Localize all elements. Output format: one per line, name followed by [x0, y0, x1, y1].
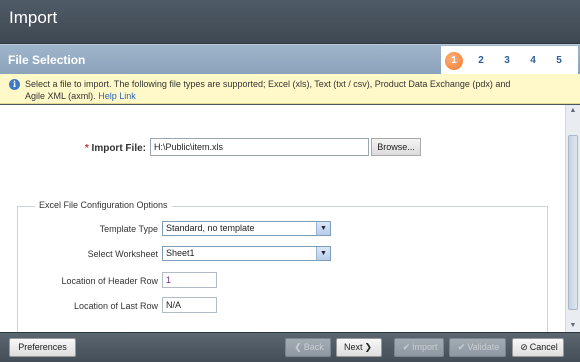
- template-type-value: Standard, no template: [166, 223, 255, 233]
- header-row-input[interactable]: 1: [162, 272, 217, 288]
- step-indicator: 1 2 3 4 5: [441, 46, 578, 74]
- header-row-label: Location of Header Row: [61, 276, 158, 286]
- next-button[interactable]: Next ❯: [336, 338, 382, 357]
- browse-button[interactable]: Browse...: [371, 138, 421, 156]
- import-file-label: * Import File:: [20, 143, 146, 154]
- section-title: File Selection: [8, 53, 86, 67]
- validate-button[interactable]: ✔ Validate: [449, 338, 506, 357]
- worksheet-value: Sheet1: [166, 248, 195, 258]
- footer-bar: Preferences ❮ Back Next ❯ ✔ Import ✔ Validat…: [0, 332, 580, 362]
- validate-label: Validate: [467, 342, 500, 352]
- import-file-label-text: Import File:: [91, 143, 146, 154]
- preferences-button[interactable]: Preferences: [9, 338, 76, 357]
- worksheet-label: Select Worksheet: [87, 249, 158, 259]
- content-panel: * Import File: H:\Public\item.xls Browse…: [0, 105, 565, 336]
- vertical-scrollbar[interactable]: ▲ ▼: [565, 105, 580, 332]
- check-icon: ✔: [402, 342, 411, 352]
- step-5[interactable]: 5: [550, 52, 568, 70]
- template-type-select[interactable]: Standard, no template ▼: [162, 221, 331, 236]
- step-2[interactable]: 2: [472, 52, 490, 70]
- import-button[interactable]: ✔ Import: [394, 338, 444, 357]
- import-label: Import: [412, 342, 438, 352]
- chevron-down-icon[interactable]: ▼: [316, 247, 330, 260]
- worksheet-select[interactable]: Sheet1 ▼: [162, 246, 331, 261]
- last-row-input[interactable]: N/A: [162, 297, 217, 313]
- step-1[interactable]: 1: [445, 52, 463, 70]
- info-message: Select a file to import. The following f…: [25, 78, 525, 102]
- import-file-input[interactable]: H:\Public\item.xls: [150, 138, 369, 156]
- excel-options-legend: Excel File Configuration Options: [35, 200, 172, 210]
- template-type-label: Template Type: [99, 224, 158, 234]
- back-button[interactable]: ❮ Back: [285, 338, 331, 357]
- required-mark: *: [84, 143, 89, 154]
- back-label: Back: [303, 342, 324, 352]
- window-title: Import: [9, 8, 58, 27]
- step-3[interactable]: 3: [498, 52, 516, 70]
- chevron-right-icon: ❯: [364, 342, 373, 352]
- last-row-label: Location of Last Row: [73, 301, 158, 311]
- help-link[interactable]: Help Link: [98, 91, 136, 101]
- check-icon: ✔: [457, 342, 466, 352]
- cancel-icon: ⊘: [520, 342, 528, 352]
- scroll-thumb[interactable]: [568, 135, 578, 310]
- info-bar: i Select a file to import. The following…: [0, 74, 580, 104]
- chevron-down-icon[interactable]: ▼: [316, 222, 330, 235]
- step-4[interactable]: 4: [524, 52, 542, 70]
- info-icon: i: [9, 79, 20, 90]
- scroll-up-icon[interactable]: ▲: [569, 107, 577, 115]
- scroll-down-icon[interactable]: ▼: [569, 322, 577, 330]
- next-label: Next: [343, 342, 363, 352]
- chevron-left-icon: ❮: [294, 342, 302, 352]
- step-bar: File Selection 1 2 3 4 5: [0, 44, 580, 74]
- cancel-label: Cancel: [529, 342, 558, 352]
- title-bar: Import: [0, 0, 580, 44]
- cancel-button[interactable]: ⊘ Cancel: [512, 338, 564, 357]
